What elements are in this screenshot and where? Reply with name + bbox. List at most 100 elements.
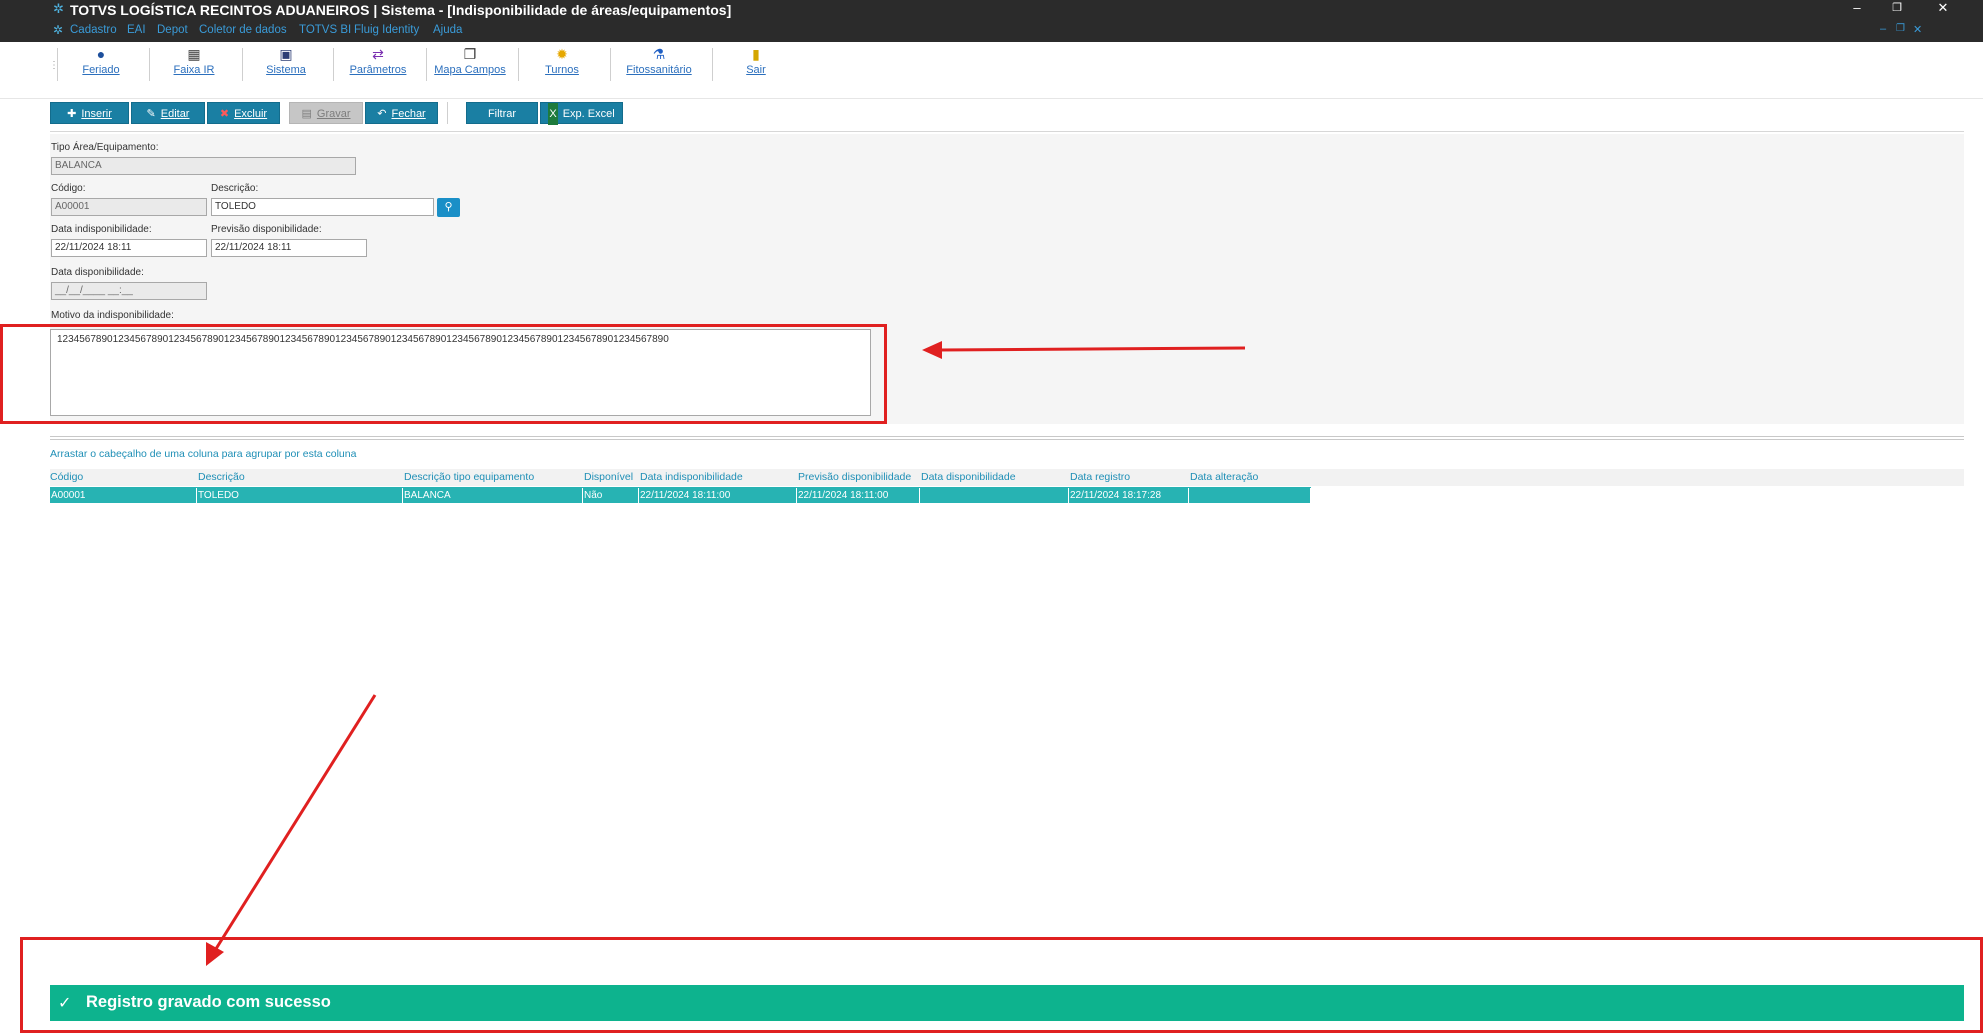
toolbar-label: Faixa IR <box>173 64 215 76</box>
data-indisp-label: Data indisponibilidade: <box>51 224 152 235</box>
menu-totvs-bi[interactable]: TOTVS BI <box>299 24 351 36</box>
save-disk-icon: ▤ <box>301 108 312 120</box>
table-cell[interactable] <box>1189 488 1311 503</box>
toolbar-label: Mapa Campos <box>434 64 506 76</box>
edit-button[interactable]: ✎ Editar <box>131 102 205 124</box>
table-cell[interactable]: 22/11/2024 18:17:28 <box>1069 488 1189 503</box>
annotation-arrow <box>922 341 1246 359</box>
data-indisp-field[interactable]: 22/11/2024 18:11 <box>51 239 207 257</box>
undo-icon: ↶ <box>377 108 387 120</box>
insert-button[interactable]: ✚ Inserir <box>50 102 129 124</box>
toolbar-separator <box>333 48 334 81</box>
child-close-button[interactable]: ✕ <box>1913 23 1922 36</box>
table-cell[interactable]: 22/11/2024 18:11:00 <box>639 488 797 503</box>
divider <box>50 436 1964 437</box>
menu-fluig-identity[interactable]: Fluig Identity <box>354 24 419 36</box>
table-cell[interactable]: TOLEDO <box>197 488 403 503</box>
action-separator <box>447 102 448 124</box>
toolbar-parametros[interactable]: ⇄ Parâmetros <box>346 46 410 86</box>
toolbar-separator <box>712 48 713 81</box>
table-cell[interactable]: BALANCA <box>403 488 583 503</box>
toolbar-separator <box>57 48 58 81</box>
column-header[interactable]: Data indisponibilidade <box>640 471 743 483</box>
column-header[interactable]: Data registro <box>1070 471 1130 483</box>
gear-icon: ✲ <box>53 1 64 16</box>
column-header[interactable]: Descrição tipo equipamento <box>404 471 534 483</box>
prev-disp-label: Previsão disponibilidade: <box>211 224 322 235</box>
divider <box>50 131 1964 132</box>
group-by-hint[interactable]: Arrastar o cabeçalho de uma coluna para … <box>50 448 356 460</box>
insert-label: Inserir <box>81 108 112 120</box>
toolbar-separator <box>426 48 427 81</box>
toolbar-label: Feriado <box>82 64 120 76</box>
insert-icon: ✚ <box>67 108 77 120</box>
exit-door-icon: ▮ <box>752 46 760 62</box>
sliders-icon: ⇄ <box>372 46 384 62</box>
data-disp-label: Data disponibilidade: <box>51 267 144 278</box>
delete-label: Excluir <box>234 108 268 120</box>
check-icon: ✓ <box>58 995 72 1012</box>
menu-ajuda[interactable]: Ajuda <box>433 24 462 36</box>
toolbar-label: Sistema <box>266 64 306 76</box>
descricao-field[interactable]: TOLEDO <box>211 198 434 216</box>
column-header[interactable]: Código <box>50 471 83 483</box>
toolbar-feriado[interactable]: ● Feriado <box>70 46 132 86</box>
toolbar-label: Fitossanitário <box>626 64 692 76</box>
toolbar-label: Sair <box>746 64 766 76</box>
delete-x-icon: ✖ <box>219 108 230 120</box>
close-form-label: Fechar <box>391 108 426 120</box>
codigo-label: Código: <box>51 183 86 194</box>
codigo-field[interactable]: A00001 <box>51 198 207 216</box>
column-header[interactable]: Data alteração <box>1190 471 1258 483</box>
column-header[interactable]: Data disponibilidade <box>921 471 1016 483</box>
prev-disp-field[interactable]: 22/11/2024 18:11 <box>211 239 367 257</box>
annotation-arrow <box>206 694 377 966</box>
flask-icon: ⚗ <box>652 46 666 62</box>
annotation-box <box>0 324 887 424</box>
toolbar-turnos[interactable]: ✹ Turnos <box>531 46 593 86</box>
calculator-icon: ▦ <box>187 46 201 62</box>
column-header[interactable]: Disponível <box>584 471 633 483</box>
table-cell[interactable]: Não <box>583 488 639 503</box>
toolbar-sair[interactable]: ▮ Sair <box>725 46 787 86</box>
child-minimize-button[interactable]: – <box>1880 23 1886 35</box>
table-cell[interactable] <box>920 488 1069 503</box>
delete-button[interactable]: ✖ Excluir <box>207 102 280 124</box>
descricao-label: Descrição: <box>211 183 259 194</box>
export-excel-label: Exp. Excel <box>562 108 615 120</box>
save-label: Gravar <box>316 108 351 120</box>
sun-icon: ✹ <box>556 46 568 62</box>
minimize-button[interactable]: – <box>1837 0 1877 18</box>
divider <box>50 439 1964 440</box>
toolbar-sistema[interactable]: ▣ Sistema <box>255 46 317 86</box>
restore-button[interactable]: ❐ <box>1877 0 1917 18</box>
menu-cadastro[interactable]: Cadastro <box>70 24 117 36</box>
tipo-label: Tipo Área/Equipamento: <box>51 142 159 153</box>
toolbar-fitossanitario[interactable]: ⚗ Fitossanitário <box>620 46 698 86</box>
table-cell[interactable]: 22/11/2024 18:11:00 <box>797 488 920 503</box>
edit-icon: ✎ <box>146 108 156 120</box>
toolbar-label: Parâmetros <box>349 64 407 76</box>
toolbar-faixa-ir[interactable]: ▦ Faixa IR <box>163 46 225 86</box>
child-restore-button[interactable]: ❐ <box>1896 23 1905 34</box>
toolbar-mapa-campos[interactable]: ❐ Mapa Campos <box>434 46 506 86</box>
tipo-field[interactable]: BALANCA <box>51 157 356 175</box>
column-header[interactable]: Descrição <box>198 471 245 483</box>
search-button[interactable]: ⚲ <box>437 198 460 217</box>
menu-depot[interactable]: Depot <box>157 24 188 36</box>
data-disp-field[interactable]: __/__/____ __:__ <box>51 282 207 300</box>
excel-icon: X <box>548 103 558 125</box>
close-button[interactable]: ✕ <box>1923 0 1963 18</box>
toolbar-separator <box>242 48 243 81</box>
close-form-button[interactable]: ↶ Fechar <box>365 102 438 124</box>
toolbar-separator <box>518 48 519 81</box>
save-button[interactable]: ▤ Gravar <box>289 102 363 124</box>
column-header[interactable]: Previsão disponibilidade <box>798 471 911 483</box>
menu-eai[interactable]: EAI <box>127 24 146 36</box>
window-title: TOTVS LOGÍSTICA RECINTOS ADUANEIROS | Si… <box>70 2 732 18</box>
export-excel-button[interactable]: X Exp. Excel <box>540 102 623 125</box>
table-cell[interactable]: A00001 <box>50 488 197 503</box>
filter-button[interactable]: Filtrar <box>466 102 538 124</box>
menu-coletor[interactable]: Coletor de dados <box>199 24 287 36</box>
toast-message: Registro gravado com sucesso <box>86 993 331 1011</box>
